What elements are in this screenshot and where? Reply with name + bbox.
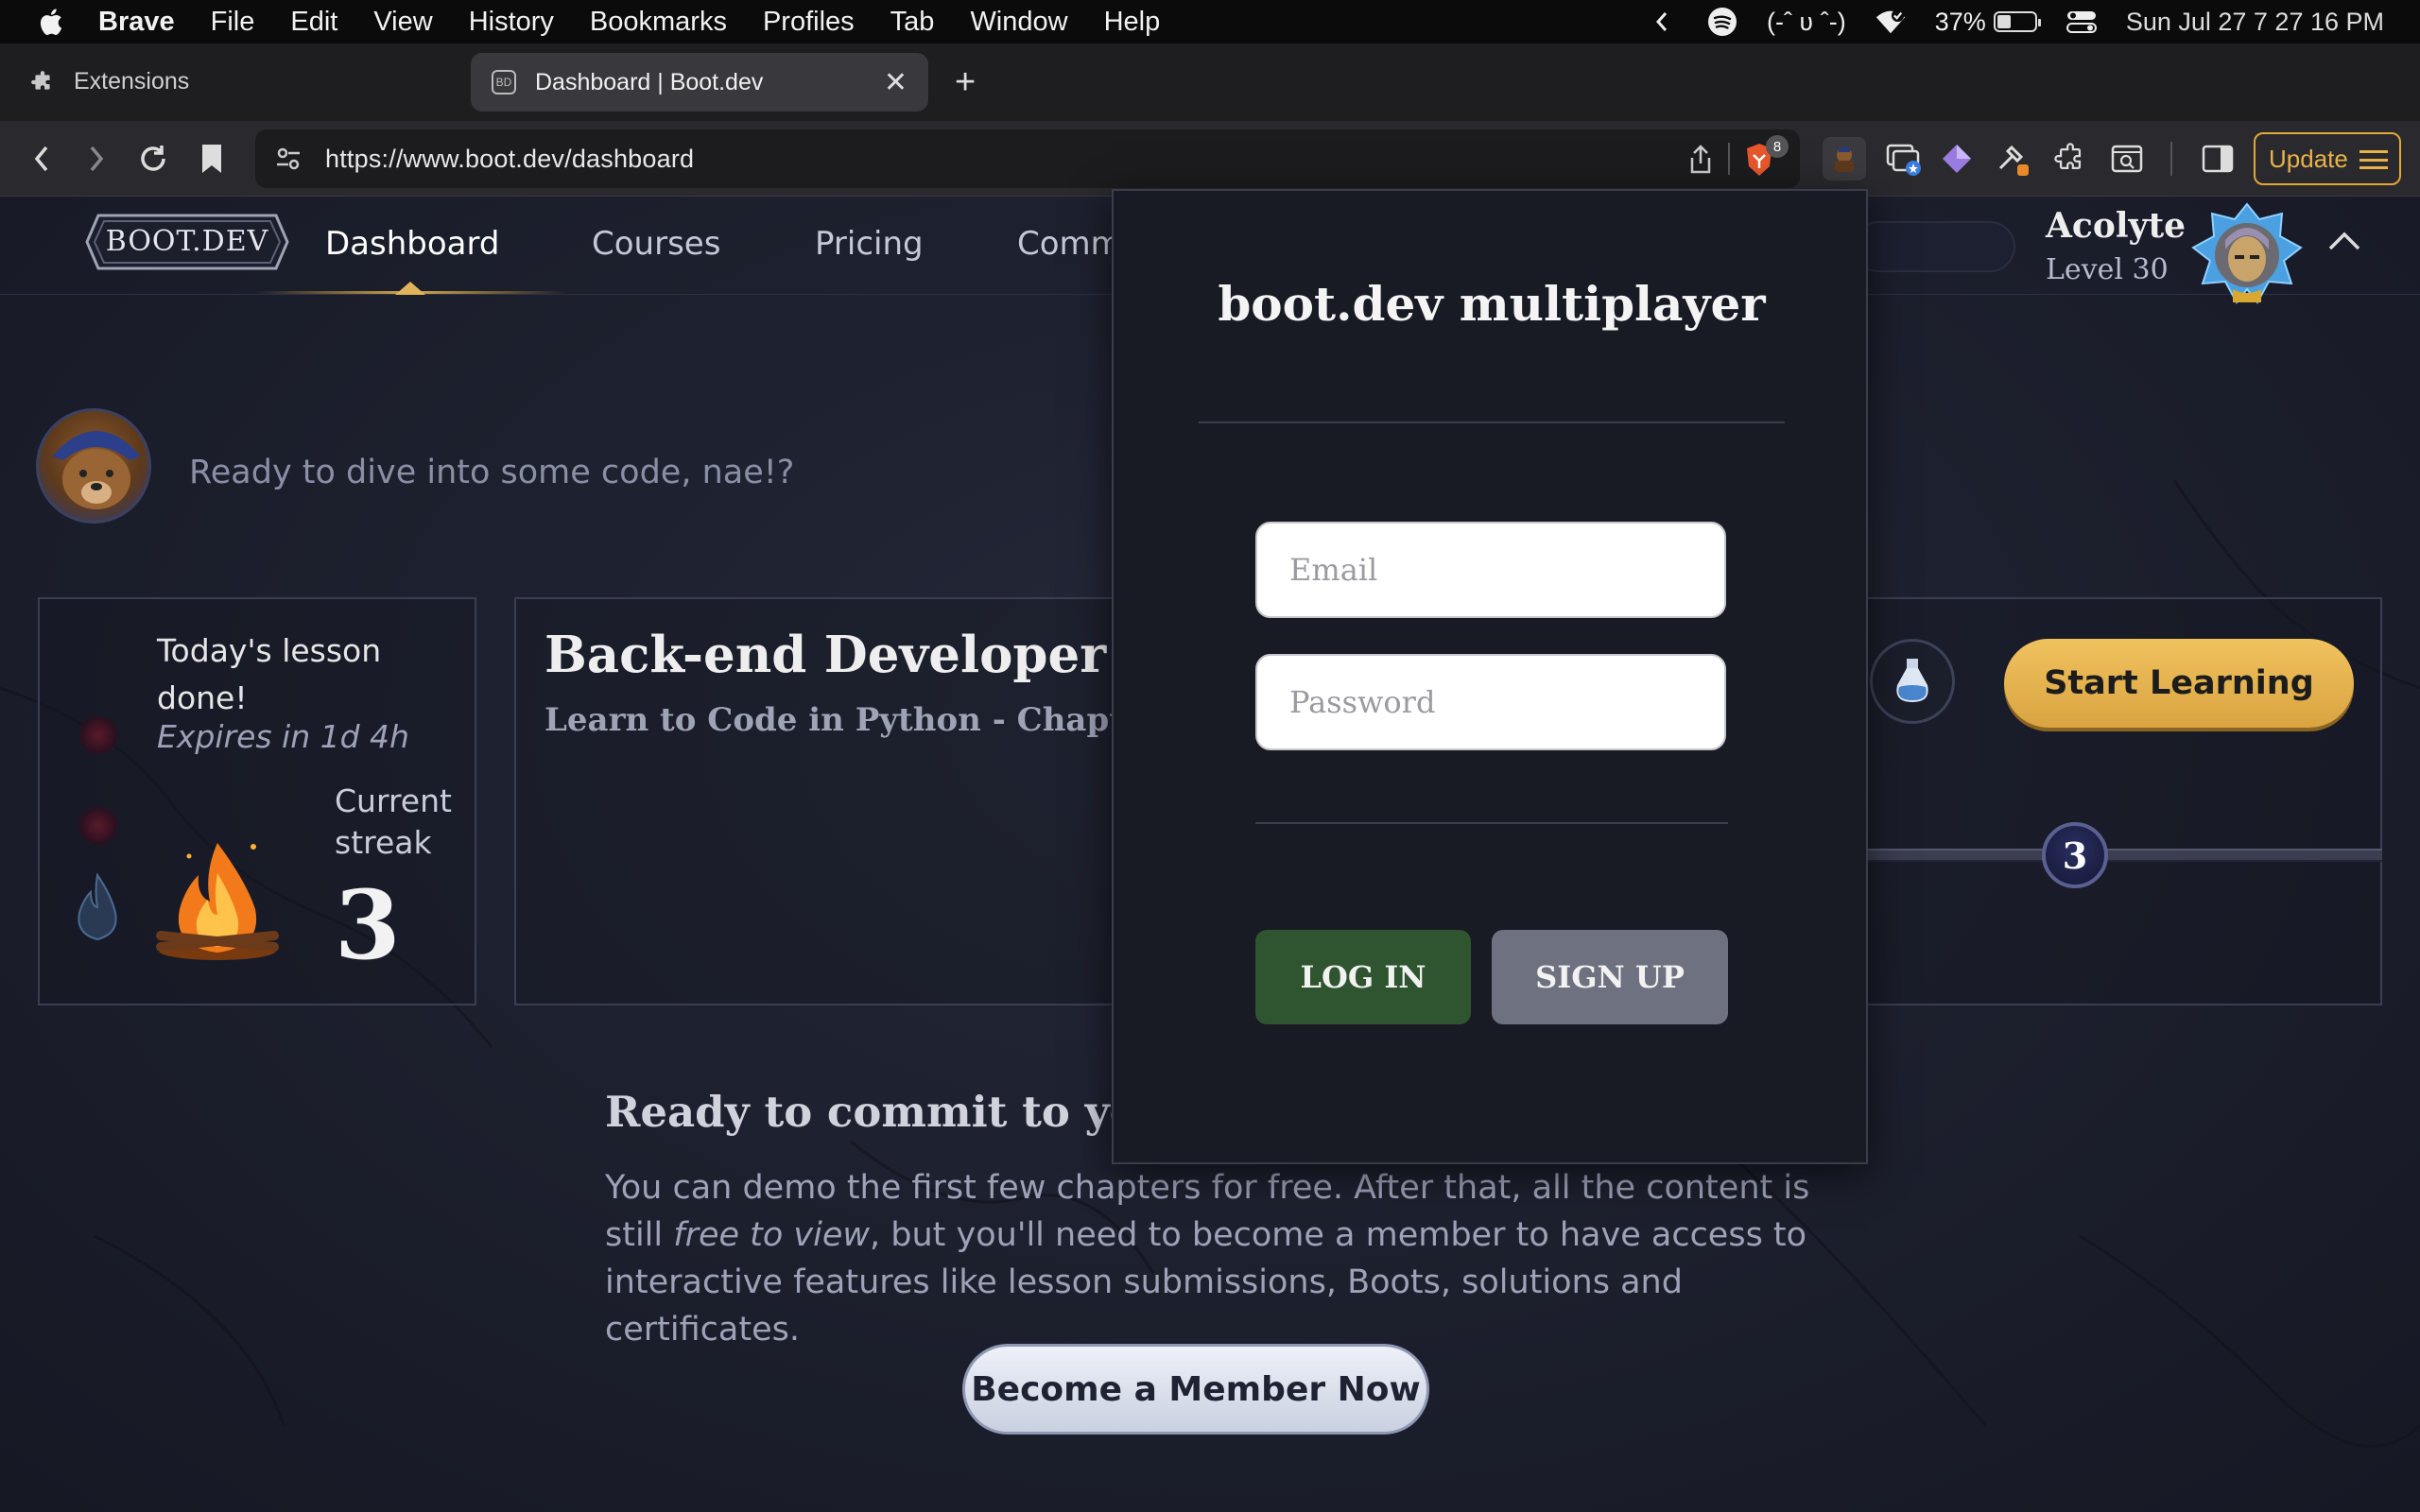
streak-expires: Expires in 1d 4h: [157, 718, 409, 755]
campfire-icon: [156, 843, 279, 960]
urlbar-divider: [1728, 143, 1730, 175]
new-tab-icon[interactable]: +: [955, 62, 976, 103]
progress-track: [1868, 849, 2382, 862]
reload-icon[interactable]: [134, 140, 172, 178]
browser-toolbar: https://www.boot.dev/dashboard 8 Update: [0, 121, 2420, 197]
boots-bear-avatar: [36, 408, 151, 524]
menu-history[interactable]: History: [469, 7, 554, 38]
url-text[interactable]: https://www.boot.dev/dashboard: [325, 145, 694, 174]
close-tab-icon[interactable]: ✕: [884, 66, 908, 99]
spotify-icon[interactable]: [1706, 8, 1738, 36]
extensions-tab[interactable]: Extensions: [30, 68, 189, 95]
menu-hamburger-icon: [2360, 150, 2388, 169]
extensions-puzzle-icon[interactable]: [2051, 140, 2089, 178]
menu-file[interactable]: File: [211, 7, 255, 38]
battery-icon: [1993, 11, 2041, 32]
nav-dashboard[interactable]: Dashboard: [325, 225, 499, 263]
bootdev-favicon-icon: BD: [492, 70, 516, 94]
puzzle-icon: [31, 70, 50, 90]
tab-title: Dashboard | Boot.dev: [535, 68, 764, 95]
forward-icon[interactable]: [78, 140, 115, 178]
commit-heading: Ready to commit to your: [605, 1087, 1192, 1137]
user-level: Level 30: [2046, 253, 2169, 286]
logo-text: BOOT.DEV: [105, 225, 269, 258]
streak-card: Today's lesson done! Expires in 1d 4h Cu…: [38, 597, 476, 1005]
email-field[interactable]: [1255, 522, 1726, 618]
menu-bookmarks[interactable]: Bookmarks: [590, 7, 727, 38]
sidebar-toggle-icon[interactable]: [2199, 140, 2237, 178]
user-rank: Acolyte: [2046, 206, 2186, 246]
diamond-extension-icon[interactable]: [1938, 140, 1976, 178]
extensions-tab-label: Extensions: [74, 68, 190, 94]
streak-count: 3: [335, 869, 401, 981]
user-avatar[interactable]: [2191, 202, 2303, 308]
menu-window[interactable]: Window: [970, 7, 1067, 38]
nav-community[interactable]: Comm: [1017, 225, 1122, 263]
popup-title: boot.dev multiplayer: [1218, 276, 1766, 332]
site-settings-icon[interactable]: [274, 145, 302, 173]
apple-icon[interactable]: [36, 7, 64, 37]
streak-status: Today's lesson done!: [157, 632, 382, 716]
battery-percent: 37%: [1934, 7, 1986, 36]
toolbar-divider: [2170, 142, 2172, 176]
menu-help[interactable]: Help: [1104, 7, 1161, 38]
menu-view[interactable]: View: [373, 7, 432, 38]
address-bar[interactable]: https://www.boot.dev/dashboard 8: [255, 129, 1800, 188]
control-center-icon[interactable]: [2066, 8, 2098, 36]
menu-profiles[interactable]: Profiles: [763, 7, 855, 38]
reader-search-icon[interactable]: [2108, 140, 2146, 178]
commit-body-emphasis: free to view: [673, 1216, 871, 1254]
greeting-text: Ready to dive into some code, nae!?: [189, 454, 795, 491]
course-subtitle: Learn to Code in Python - Chapter 1: [544, 701, 1195, 739]
streak-orb-icon: [78, 805, 119, 847]
menu-app-name[interactable]: Brave: [98, 7, 175, 38]
menu-tab[interactable]: Tab: [890, 7, 935, 38]
potion-icon[interactable]: [1870, 639, 1955, 724]
multiplayer-popup: boot.dev multiplayer LOG IN SIGN UP: [1112, 189, 1868, 1164]
start-learning-button[interactable]: Start Learning: [2004, 639, 2354, 728]
bootdev-extension-icon[interactable]: [1823, 137, 1866, 180]
dev-tools-extension-icon[interactable]: [1995, 140, 2032, 178]
tab-strip: Extensions BD Dashboard | Boot.dev ✕ +: [0, 43, 2420, 121]
popup-divider: [1255, 822, 1728, 824]
clock[interactable]: Sun Jul 27 7 27 16 PM: [2126, 8, 2384, 37]
nav-search-pill[interactable]: [1853, 221, 2015, 272]
battery-fill: [1996, 15, 2011, 28]
chevron-up-icon[interactable]: [2327, 231, 2361, 255]
tab-manager-extension-icon[interactable]: [1885, 140, 1923, 178]
tab-dashboard[interactable]: BD Dashboard | Boot.dev ✕: [471, 53, 928, 112]
chapter-node[interactable]: 3: [2042, 822, 2108, 888]
bootdev-logo[interactable]: BOOT.DEV: [85, 212, 289, 272]
menu-bar: Brave File Edit View History Bookmarks P…: [0, 0, 2420, 43]
streak-orb-icon: [78, 714, 119, 756]
popup-divider: [1199, 421, 1785, 423]
battery-indicator[interactable]: 37%: [1934, 7, 2041, 37]
nav-courses[interactable]: Courses: [592, 225, 720, 263]
login-button[interactable]: LOG IN: [1255, 930, 1471, 1024]
nav-pricing[interactable]: Pricing: [815, 225, 924, 263]
shields-count-badge: 8: [1766, 135, 1789, 158]
menu-edit[interactable]: Edit: [290, 7, 337, 38]
streak-label: Current streak: [335, 782, 452, 861]
become-member-button[interactable]: Become a Member Now: [962, 1344, 1429, 1435]
wifi-check-icon[interactable]: [1875, 8, 1907, 36]
password-field[interactable]: [1255, 654, 1726, 750]
signup-button[interactable]: SIGN UP: [1492, 930, 1728, 1024]
chevron-left-icon[interactable]: [1646, 8, 1678, 36]
update-label: Update: [2269, 144, 2348, 173]
share-icon[interactable]: [1688, 145, 1713, 175]
blue-flame-icon: [78, 872, 117, 941]
update-button[interactable]: Update: [2254, 132, 2401, 185]
kaomoji-status[interactable]: (-ˆ ʋ ˆ-): [1767, 8, 1846, 37]
status-area: (-ˆ ʋ ˆ-) 37% Sun Jul 27 7 27 16 PM: [1646, 0, 2384, 43]
commit-body: You can demo the first few chapters for …: [605, 1164, 1834, 1353]
back-icon[interactable]: [23, 140, 60, 178]
nav-active-caret: [395, 282, 425, 295]
bookmark-icon[interactable]: [193, 140, 231, 178]
